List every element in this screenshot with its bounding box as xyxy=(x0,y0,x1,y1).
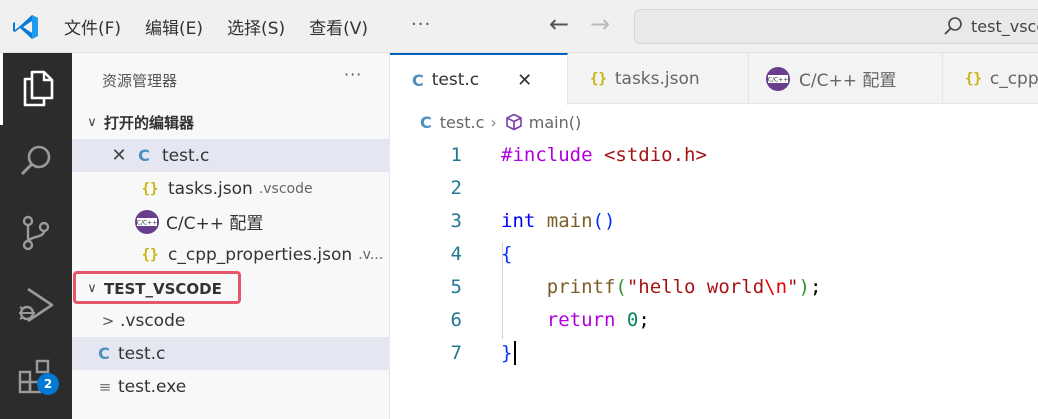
line-number: 2 xyxy=(450,176,462,199)
c-file-icon: C xyxy=(420,112,432,132)
cpp-extension-icon: C/C++ xyxy=(766,66,790,91)
tab-label: c_cpp xyxy=(989,68,1038,89)
code-text: } xyxy=(501,341,513,364)
source-control-icon xyxy=(22,215,50,251)
file-item[interactable]: C test.c xyxy=(72,337,390,370)
command-center-search[interactable]: test_vscode xyxy=(634,9,1038,44)
folder-name: .vscode xyxy=(120,310,186,331)
folder-item[interactable]: > .vscode xyxy=(72,304,390,337)
open-editor-item[interactable]: C/C++ C/C++ 配置 xyxy=(72,205,390,238)
breadcrumb-symbol[interactable]: main() xyxy=(529,113,581,132)
tab-tasks-json[interactable]: {} tasks.json xyxy=(568,53,749,104)
chevron-down-icon: ∨ xyxy=(87,115,97,130)
open-editor-name: tasks.json xyxy=(168,178,253,199)
tab-label: tasks.json xyxy=(614,68,700,89)
line-number: 1 xyxy=(450,143,462,166)
tab-cpp-config[interactable]: C/C++ C/C++ 配置 xyxy=(749,53,943,104)
text-cursor xyxy=(514,341,516,365)
cube-symbol-icon xyxy=(505,113,522,131)
code-line: 5 printf("hello world\n"); xyxy=(390,270,1038,303)
line-number: 5 xyxy=(450,275,462,298)
line-number: 4 xyxy=(450,242,462,265)
explorer-activity[interactable] xyxy=(0,53,72,125)
command-center-text: test_vscode xyxy=(971,17,1038,36)
code-editor[interactable]: 1 #include <stdio.h> 2 3 int main() 4 { … xyxy=(390,138,1038,419)
source-control-activity[interactable] xyxy=(0,197,72,269)
forward-arrow-icon[interactable]: → xyxy=(590,10,610,38)
code-text: { xyxy=(501,242,513,265)
chevron-right-icon: › xyxy=(490,112,497,132)
c-file-icon: C xyxy=(412,70,424,90)
breadcrumb: C test.c › main() xyxy=(420,108,581,136)
open-editor-name: C/C++ 配置 xyxy=(166,214,264,234)
cpp-extension-icon: C/C++ xyxy=(135,209,159,234)
search-activity[interactable] xyxy=(0,125,72,197)
tab-label: test.c xyxy=(431,70,480,90)
code-line: 7 } xyxy=(390,336,1038,369)
sidebar-more-icon[interactable]: ··· xyxy=(344,65,362,84)
code-line: 1 #include <stdio.h> xyxy=(390,138,1038,171)
extensions-badge: 2 xyxy=(37,373,59,395)
code-text: printf("hello world\n"); xyxy=(546,275,822,298)
close-icon[interactable]: ✕ xyxy=(517,70,532,91)
open-editor-item[interactable]: {} c_cpp_properties.json .v... xyxy=(72,238,390,271)
json-file-icon: {} xyxy=(141,180,159,197)
code-text: return 0; xyxy=(546,308,650,331)
c-file-icon: C xyxy=(98,344,110,363)
code-line: 2 xyxy=(390,171,1038,204)
menu-view[interactable]: 查看(V) xyxy=(309,14,368,39)
open-editor-name: c_cpp_properties.json xyxy=(168,244,353,265)
cpp-icon-text: C/C++ xyxy=(768,76,788,83)
code-text: int main() xyxy=(501,209,616,232)
open-editor-desc: .vscode xyxy=(258,180,313,197)
files-icon xyxy=(23,70,53,107)
code-text: #include <stdio.h> xyxy=(501,143,707,166)
open-editor-desc: .v... xyxy=(358,246,384,263)
menu-bar: 文件(F) 编辑(E) 选择(S) 查看(V) xyxy=(64,0,392,53)
more-menu-icon[interactable]: ··· xyxy=(411,14,431,35)
menu-file[interactable]: 文件(F) xyxy=(64,14,121,39)
code-line: 6 return 0; xyxy=(390,303,1038,336)
highlight-annotation-box xyxy=(73,271,241,304)
code-line: 4 { xyxy=(390,237,1038,270)
chevron-right-icon: > xyxy=(101,311,115,330)
code-line: 3 int main() xyxy=(390,204,1038,237)
editor-tab-bar: C test.c ✕ {} tasks.json C/C++ C/C++ 配置 … xyxy=(390,53,1038,105)
json-file-icon: {} xyxy=(965,70,982,87)
menu-edit[interactable]: 编辑(E) xyxy=(145,14,203,39)
file-name: test.exe xyxy=(118,376,187,397)
open-editor-item[interactable]: {} tasks.json .vscode xyxy=(72,172,390,205)
file-name: test.c xyxy=(118,343,166,364)
open-editor-name: test.c xyxy=(162,145,210,166)
breadcrumb-file[interactable]: test.c xyxy=(440,113,485,132)
activity-bar: 2 xyxy=(0,53,72,419)
close-icon[interactable]: ✕ xyxy=(106,145,132,166)
line-number: 3 xyxy=(450,209,462,232)
open-editor-item[interactable]: ✕ C test.c xyxy=(72,139,390,172)
tab-test-c[interactable]: C test.c ✕ xyxy=(390,53,568,105)
run-debug-activity[interactable] xyxy=(0,269,72,341)
open-editors-header[interactable]: ∨ 打开的编辑器 xyxy=(72,106,390,139)
exe-file-icon: ≡ xyxy=(98,377,112,396)
back-arrow-icon[interactable]: ← xyxy=(549,10,569,38)
extensions-activity[interactable] xyxy=(0,341,72,413)
line-number: 7 xyxy=(450,341,462,364)
title-bar: 文件(F) 编辑(E) 选择(S) 查看(V) ··· ← → test_vsc… xyxy=(0,0,1038,53)
json-file-icon: {} xyxy=(590,70,607,87)
explorer-sidebar: 资源管理器 ··· ∨ 打开的编辑器 ✕ C test.c {} tasks.j… xyxy=(72,53,390,419)
sidebar-title: 资源管理器 xyxy=(102,72,178,90)
search-icon xyxy=(20,145,51,176)
file-item[interactable]: ≡ test.exe xyxy=(72,370,390,403)
vscode-logo-icon xyxy=(13,15,38,39)
json-file-icon: {} xyxy=(141,246,159,263)
run-debug-icon xyxy=(19,287,54,323)
cpp-icon-text: C/C++ xyxy=(137,219,157,226)
tab-label: C/C++ 配置 xyxy=(799,71,897,91)
search-icon xyxy=(944,17,962,35)
tab-c-cpp-properties[interactable]: {} c_cpp xyxy=(943,53,1038,104)
c-file-icon: C xyxy=(138,146,150,165)
line-number: 6 xyxy=(450,308,462,331)
open-editors-label: 打开的编辑器 xyxy=(104,114,195,132)
menu-selection[interactable]: 选择(S) xyxy=(227,14,285,39)
